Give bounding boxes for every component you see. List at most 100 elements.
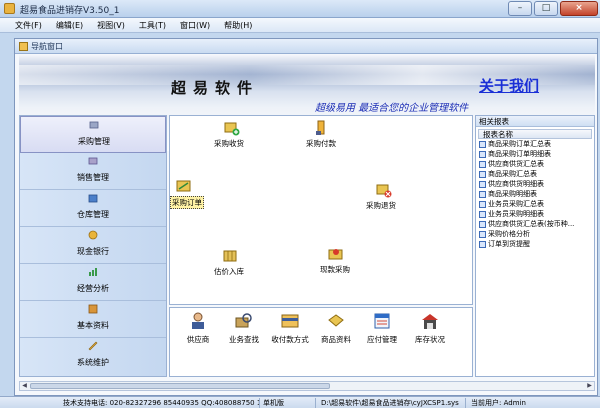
window-doc-icon bbox=[19, 42, 28, 51]
cart-icon bbox=[89, 121, 99, 129]
chart-icon bbox=[89, 268, 97, 276]
report-icon bbox=[479, 240, 486, 248]
report-label: 商品采购明细表 bbox=[488, 190, 537, 198]
tool-stock-status[interactable]: 库存状况 bbox=[408, 312, 452, 352]
report-label: 商品采购汇总表 bbox=[488, 170, 537, 178]
cash-icon bbox=[88, 230, 98, 240]
op-label: 采购付款 bbox=[306, 139, 336, 148]
close-button[interactable]: × bbox=[560, 1, 598, 16]
nav-system[interactable]: 系统维护 bbox=[20, 338, 166, 375]
navigation-window: 导航窗口 超易软件 关于我们 超级易用 最适合您的企业管理软件 采购管理 销售管… bbox=[14, 38, 598, 396]
tool-business-search[interactable]: 业务查找 bbox=[222, 312, 266, 352]
app-icon bbox=[4, 3, 15, 14]
nav-label: 销售管理 bbox=[77, 173, 109, 182]
menu-window[interactable]: 窗口(W) bbox=[173, 18, 217, 32]
reports-title: 相关报表 bbox=[476, 116, 594, 127]
nav-label: 经营分析 bbox=[77, 284, 109, 293]
support-info: 技术支持电话: 020-82327296 85440935 QQ:4080887… bbox=[60, 398, 260, 408]
goods-icon bbox=[328, 314, 344, 327]
menu-file[interactable]: 文件(F) bbox=[8, 18, 49, 32]
report-item[interactable]: 业务员采购汇总表 bbox=[479, 199, 594, 209]
nav-label: 系统维护 bbox=[77, 358, 109, 367]
nav-label: 仓库管理 bbox=[77, 210, 109, 219]
report-icon bbox=[479, 140, 486, 148]
receive-icon bbox=[224, 122, 240, 136]
report-icon bbox=[479, 220, 486, 228]
data-file-path: D:\超易软件\超易食品进销存\cyJXCSP1.sys bbox=[318, 398, 466, 408]
about-us-link[interactable]: 关于我们 bbox=[479, 75, 539, 96]
report-item[interactable]: 商品采购订单汇总表 bbox=[479, 139, 594, 149]
report-icon bbox=[479, 200, 486, 208]
return-icon bbox=[376, 184, 392, 198]
slogan: 超级易用 最适合您的企业管理软件 bbox=[315, 103, 469, 114]
report-item[interactable]: 业务员采购明细表 bbox=[479, 209, 594, 219]
menu-edit[interactable]: 编辑(E) bbox=[49, 18, 90, 32]
nav-label: 基本资料 bbox=[77, 321, 109, 330]
report-label: 供应商供货汇总表 bbox=[488, 160, 544, 168]
estimate-icon bbox=[223, 250, 237, 262]
menu-tools[interactable]: 工具(T) bbox=[132, 18, 173, 32]
maximize-button[interactable]: □ bbox=[534, 1, 558, 16]
report-item[interactable]: 供应商供货汇总表 bbox=[479, 159, 594, 169]
report-item[interactable]: 商品采购订单明细表 bbox=[479, 149, 594, 159]
payable-icon bbox=[374, 313, 390, 329]
report-item[interactable]: 供应商供货明细表 bbox=[479, 179, 594, 189]
status-bar: 技术支持电话: 020-82327296 85440935 QQ:4080887… bbox=[0, 396, 600, 408]
sales-icon bbox=[88, 157, 98, 165]
tool-payment-method[interactable]: 收付款方式 bbox=[268, 312, 312, 352]
reports-column-header[interactable]: 报表名称 bbox=[478, 129, 592, 139]
op-label: 采购退货 bbox=[366, 201, 396, 210]
op-label: 采购收货 bbox=[214, 139, 244, 148]
nav-warehouse[interactable]: 仓库管理 bbox=[20, 190, 166, 227]
order-icon bbox=[176, 180, 191, 192]
report-icon bbox=[479, 150, 486, 158]
menu-help[interactable]: 帮助(H) bbox=[217, 18, 259, 32]
scroll-left-icon[interactable]: ◀ bbox=[20, 382, 29, 390]
scroll-thumb[interactable] bbox=[30, 383, 330, 389]
report-item[interactable]: 采购价格分析 bbox=[479, 229, 594, 239]
book-icon bbox=[88, 304, 98, 314]
report-icon bbox=[479, 230, 486, 238]
navigation-window-titlebar[interactable]: 导航窗口 bbox=[15, 39, 597, 54]
reports-list: 商品采购订单汇总表 商品采购订单明细表 供应商供货汇总表 商品采购汇总表 供应商… bbox=[479, 139, 594, 249]
horizontal-scrollbar[interactable]: ◀ ▶ bbox=[19, 381, 595, 391]
nav-cash-bank[interactable]: 现金银行 bbox=[20, 227, 166, 264]
menu-view[interactable]: 视图(V) bbox=[90, 18, 132, 32]
supplier-icon bbox=[192, 312, 204, 329]
window-title: 超易食品进销存V3.50_1 bbox=[20, 6, 120, 16]
menu-bar: 文件(F) 编辑(E) 视图(V) 工具(T) 窗口(W) 帮助(H) bbox=[0, 18, 600, 33]
report-label: 业务员采购汇总表 bbox=[488, 200, 544, 208]
nav-label: 采购管理 bbox=[78, 137, 110, 146]
payment-icon bbox=[316, 120, 325, 135]
tool-label: 库存状况 bbox=[415, 335, 445, 344]
nav-label: 现金银行 bbox=[77, 247, 109, 256]
report-item[interactable]: 供应商供货汇总表(按币种... bbox=[479, 219, 594, 229]
title-bar[interactable]: 超易食品进销存V3.50_1 – □ × bbox=[0, 0, 600, 18]
report-item[interactable]: 订单到货提醒 bbox=[479, 239, 594, 249]
report-icon bbox=[479, 170, 486, 178]
nav-sales[interactable]: 销售管理 bbox=[20, 153, 166, 190]
module-nav: 采购管理 销售管理 仓库管理 现金银行 经营分析 基本资料 系统维护 bbox=[19, 115, 167, 377]
report-item[interactable]: 商品采购明细表 bbox=[479, 189, 594, 199]
tool-payable-management[interactable]: 应付管理 bbox=[360, 312, 404, 352]
tool-goods-data[interactable]: 商品资料 bbox=[314, 312, 358, 352]
workflow-canvas: 采购收货 采购付款 采购订单 采购退货 估价入库 现款采购 bbox=[169, 115, 473, 305]
report-icon bbox=[479, 180, 486, 188]
minimize-button[interactable]: – bbox=[508, 1, 532, 16]
scroll-right-icon[interactable]: ▶ bbox=[585, 382, 594, 390]
nav-purchase[interactable]: 采购管理 bbox=[20, 116, 166, 153]
pay-method-icon bbox=[281, 314, 299, 328]
edition-label: 单机版 bbox=[260, 398, 316, 408]
report-item[interactable]: 商品采购汇总表 bbox=[479, 169, 594, 179]
search-icon bbox=[235, 313, 252, 328]
report-label: 商品采购订单明细表 bbox=[488, 150, 551, 158]
related-reports-panel: 相关报表 报表名称 商品采购订单汇总表 商品采购订单明细表 供应商供货汇总表 商… bbox=[475, 115, 595, 377]
op-label: 采购订单 bbox=[170, 196, 204, 209]
tool-supplier[interactable]: 供应商 bbox=[176, 312, 220, 352]
nav-basic-data[interactable]: 基本资料 bbox=[20, 301, 166, 338]
current-user: 当前用户: Admin bbox=[471, 399, 526, 407]
report-icon bbox=[479, 210, 486, 218]
nav-analysis[interactable]: 经营分析 bbox=[20, 264, 166, 301]
report-label: 供应商供货明细表 bbox=[488, 180, 544, 188]
report-label: 订单到货提醒 bbox=[488, 240, 530, 248]
